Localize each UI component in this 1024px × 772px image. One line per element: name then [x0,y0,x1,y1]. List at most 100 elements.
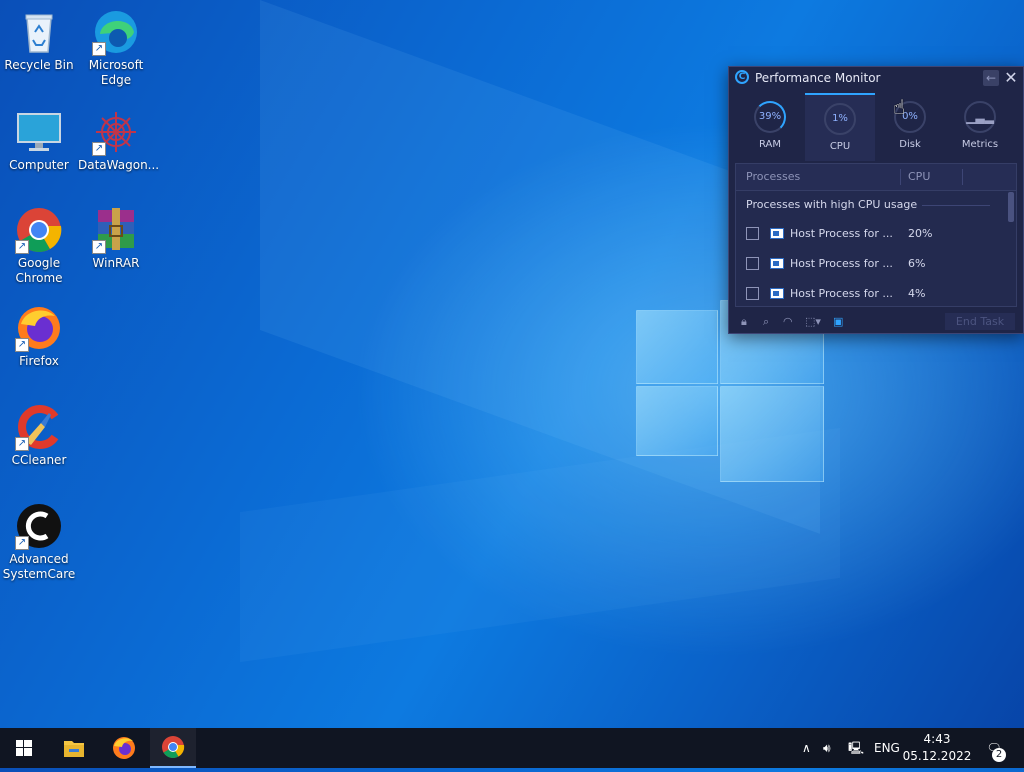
process-name: Host Process for ... [790,257,893,270]
process-window-icon [770,228,784,239]
shortcut-arrow-icon: ↗ [92,42,106,56]
table-header: Processes CPU [736,164,1016,191]
process-cpu: 20% [908,227,933,240]
advanced-systemcare-icon: ↗ [15,502,63,550]
file-explorer-button[interactable] [52,728,96,768]
tab-label: RAM [758,139,781,150]
speedometer-icon[interactable]: ◠ [783,314,793,330]
shortcut-arrow-icon: ↗ [15,240,29,254]
desktop-icon-label: Computer [9,158,69,172]
start-button[interactable] [0,728,48,768]
firefox-taskbar-button[interactable] [102,728,146,768]
window-titlebar[interactable]: C Performance Monitor ← ✕ [729,67,1023,89]
tab-cpu[interactable]: 1% CPU [805,93,875,161]
tab-disk[interactable]: 0% Disk [875,93,945,161]
capture-icon[interactable]: ▣ [833,314,843,330]
desktop-icon-datawagon[interactable]: ↗ DataWagon... [78,108,160,173]
advanced-systemcare-logo-icon: C [735,70,749,84]
desktop-icon-label: Microsoft Edge [88,58,144,87]
desktop-icon-ccleaner[interactable]: ↗ CCleaner [1,403,77,468]
column-header-cpu[interactable]: CPU [908,164,930,190]
tab-label: Metrics [961,139,999,150]
volume-icon[interactable]: 🔊︎ [823,728,831,768]
lock-icon[interactable]: 🔒︎ [741,314,747,330]
group-label: Processes with high CPU usage [746,198,918,211]
process-group-header: Processes with high CPU usage [736,191,1016,219]
hand-cursor-icon: ☝ [893,95,906,119]
language-indicator[interactable]: ENG [874,728,900,768]
end-task-button[interactable]: End Task [945,313,1015,330]
windows-start-icon [16,740,32,756]
window-footer: 🔒︎ ⌕ ◠ ⬚▾ ▣ End Task [729,311,1023,333]
process-cpu: 4% [908,287,926,300]
row-checkbox[interactable] [746,287,759,300]
desktop-icon-label: Firefox [19,354,59,368]
table-row[interactable]: Host Process for ... 20% [736,219,1016,249]
desktop-icon-microsoft-edge[interactable]: ↗ Microsoft Edge [78,8,154,88]
bar-chart-icon: ▁▃▂ [966,110,994,124]
tab-label: CPU [829,141,851,152]
process-table: Processes CPU Processes with high CPU us… [735,163,1017,307]
column-header-processes[interactable]: Processes [746,164,800,190]
chrome-icon: ↗ [15,206,63,254]
desktop-icon-label: Google Chrome [15,256,63,285]
clock-date: 05.12.2022 [902,749,972,763]
chrome-taskbar-button[interactable] [150,728,196,768]
notification-count-badge: 2 [992,748,1006,762]
desktop-icon-winrar[interactable]: ↗ WinRAR [78,206,154,271]
process-name: Host Process for ... [790,227,893,240]
desktop-icon-firefox[interactable]: ↗ Firefox [1,304,77,369]
computer-icon [15,108,63,156]
metrics-gauge: ▁▃▂ [964,101,996,133]
process-window-icon [770,258,784,269]
table-row[interactable]: Host Process for ... 6% [736,249,1016,279]
desktop-icon-advanced-systemcare[interactable]: ↗ Advanced SystemCare [1,502,77,582]
shortcut-arrow-icon: ↗ [92,142,106,156]
network-icon[interactable]: 🖳 [848,728,864,768]
metric-tabs: 39% RAM 1% CPU 0% Disk ▁▃▂ Metrics [729,93,1023,165]
shortcut-arrow-icon: ↗ [92,240,106,254]
file-explorer-icon [64,741,84,757]
process-cpu: 6% [908,257,926,270]
recycle-bin-icon [15,8,63,56]
tab-metrics[interactable]: ▁▃▂ Metrics [945,93,1015,161]
row-checkbox[interactable] [746,257,759,270]
chrome-icon [162,736,185,758]
clock[interactable]: 4:43 05.12.2022 [902,731,972,765]
show-hidden-icons-chevron-icon[interactable]: ∧ [802,728,811,768]
process-name: Host Process for ... [790,287,893,300]
cpu-gauge: 1% [824,103,856,135]
shortcut-arrow-icon: ↗ [15,536,29,550]
screenshot-dropdown-icon[interactable]: ⬚▾ [805,314,821,330]
edge-icon: ↗ [92,8,140,56]
table-row[interactable]: Host Process for ... 4% [736,279,1016,306]
window-title: Performance Monitor [755,71,881,85]
tab-ram[interactable]: 39% RAM [735,93,805,161]
close-button[interactable]: ✕ [1003,67,1019,89]
taskbar: ∧ 🔊︎ 🖳 ENG 4:43 05.12.2022 🗨︎ 2 [0,728,1024,768]
desktop-icon-label: WinRAR [92,256,140,270]
winrar-icon: ↗ [92,206,140,254]
desktop-icon-label: Advanced SystemCare [2,552,76,581]
clock-time: 4:43 [923,732,951,746]
firefox-icon: ↗ [15,304,63,352]
desktop-icon-recycle-bin[interactable]: Recycle Bin [1,8,77,73]
performance-monitor-window[interactable]: C Performance Monitor ← ✕ 39% RAM 1% CPU… [728,66,1024,334]
desktop-icon-google-chrome[interactable]: ↗ Google Chrome [1,206,77,286]
process-window-icon [770,288,784,299]
datawagon-icon: ↗ [92,108,140,156]
ccleaner-icon: ↗ [15,403,63,451]
shortcut-arrow-icon: ↗ [15,437,29,451]
tab-label: Disk [899,139,921,150]
back-arrow-icon[interactable]: ← [983,70,999,86]
desktop-icon-label: CCleaner [11,453,67,467]
desktop-icon-computer[interactable]: Computer [1,108,77,173]
search-icon[interactable]: ⌕ [763,314,769,330]
desktop-icon-label: DataWagon... [78,158,160,172]
scrollbar-thumb[interactable] [1008,192,1014,222]
ram-gauge: 39% [754,101,786,133]
desktop-icon-label: Recycle Bin [4,58,74,72]
firefox-icon [113,737,135,759]
row-checkbox[interactable] [746,227,759,240]
shortcut-arrow-icon: ↗ [15,338,29,352]
